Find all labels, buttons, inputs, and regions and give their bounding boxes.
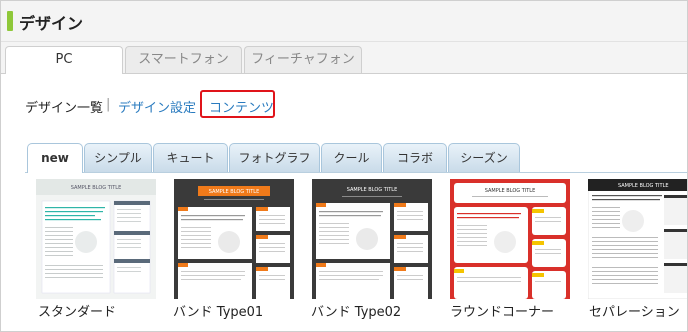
separation-preview-image: SAMPLE BLOG TITLE [588, 179, 687, 299]
thumbnail-standard-label: スタンダード [38, 305, 117, 320]
thumbnail-separation[interactable]: SAMPLE BLOG TITLE [588, 179, 687, 299]
tab-cute[interactable]: キュート [153, 143, 228, 172]
band-type01-preview-image: SAMPLE BLOG TITLE [174, 179, 294, 299]
contents-link-highlight [200, 90, 275, 118]
thumbnail-round-corner[interactable]: SAMPLE BLOG TITLE [450, 179, 570, 299]
thumbnail-band-type01-label: バンド Type01 [173, 305, 264, 320]
thumbnail-band-type02-label: バンド Type02 [311, 305, 402, 320]
band-type02-preview-title: SAMPLE BLOG TITLE [347, 187, 398, 193]
tab-pc[interactable]: PC [5, 46, 123, 74]
page-header: デザイン [1, 1, 687, 42]
thumbnail-standard[interactable]: SAMPLE BLOG TITLE [36, 179, 156, 299]
thumbnail-round-corner-label: ラウンドコーナー [450, 305, 555, 320]
design-settings-panel: デザイン PC スマートフォン フィーチャフォン デザイン一覧 | デザイン設定… [0, 0, 688, 332]
band-type01-preview-title: SAMPLE BLOG TITLE [209, 189, 260, 195]
separation-preview-title: SAMPLE BLOG TITLE [618, 183, 669, 189]
title-accent-bar [7, 11, 13, 31]
tab-season[interactable]: シーズン [448, 143, 520, 172]
tab-smartphone[interactable]: スマートフォン [125, 46, 242, 73]
thumbnail-band-type01[interactable]: SAMPLE BLOG TITLE [174, 179, 294, 299]
thumbnail-band-type02[interactable]: SAMPLE BLOG TITLE [312, 179, 432, 299]
page-title: デザイン [19, 14, 84, 33]
tab-simple[interactable]: シンプル [84, 143, 152, 172]
tab-new[interactable]: new [27, 143, 83, 173]
tab-photograph[interactable]: フォトグラフ [229, 143, 320, 172]
tab-cool[interactable]: クール [321, 143, 382, 172]
standard-preview-title: SAMPLE BLOG TITLE [71, 185, 122, 191]
subnav-separator-1: | [106, 97, 111, 112]
category-tabs: new シンプル キュート フォトグラフ クール コラボ シーズン [25, 141, 687, 173]
round-corner-preview-image: SAMPLE BLOG TITLE [450, 179, 570, 299]
subnav-design-list: デザイン一覧 [25, 101, 104, 116]
standard-preview-image: SAMPLE BLOG TITLE [36, 179, 156, 299]
round-corner-preview-title: SAMPLE BLOG TITLE [485, 188, 536, 194]
subnav-design-settings-link[interactable]: デザイン設定 [118, 97, 196, 116]
tab-feature-phone[interactable]: フィーチャフォン [244, 46, 362, 73]
device-tabs: PC スマートフォン フィーチャフォン [1, 42, 687, 74]
tab-collab[interactable]: コラボ [383, 143, 447, 172]
band-type02-preview-image: SAMPLE BLOG TITLE [312, 179, 432, 299]
thumbnail-separation-label: セパレーション [589, 305, 680, 320]
